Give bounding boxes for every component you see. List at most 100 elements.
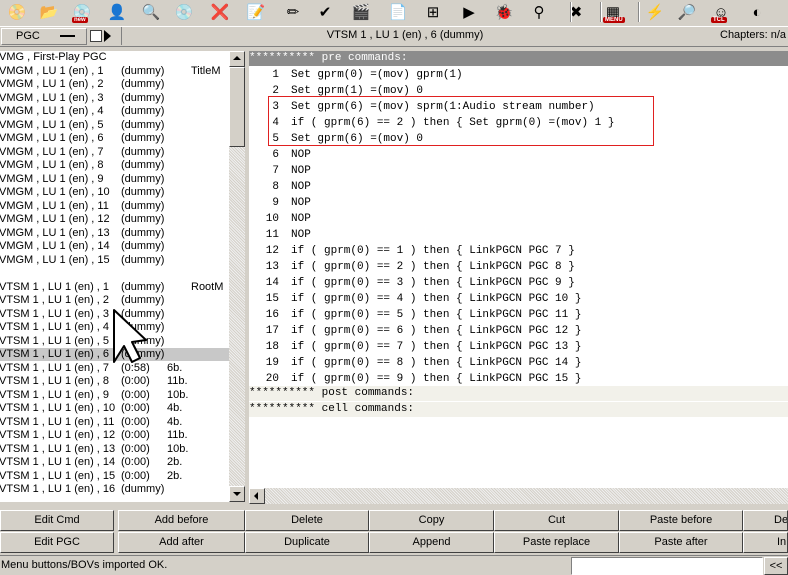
tree-icon[interactable]: ⚲ (526, 0, 552, 24)
delete-icon[interactable]: ✖ (563, 0, 589, 24)
edit-icon[interactable]: ✏ (280, 0, 306, 24)
command-line[interactable]: 17 if ( gprm(0) == 6 ) then { LinkPGCN PG… (249, 323, 788, 339)
pgc-list[interactable]: VMG , First-Play PGC VMGM , LU 1 (en) , 1… (0, 51, 229, 502)
command-line[interactable]: 3 Set gprm(6) =(mov) sprm(1:Audio stream … (249, 99, 788, 115)
pgc-list-item[interactable]: VTSM 1 , LU 1 (en) , 14 (0:00) 2b. (0, 456, 229, 469)
play-arrow-icon[interactable] (104, 30, 111, 42)
pgc-list-item[interactable]: VTSM 1 , LU 1 (en) , 15 (0:00) 2b. (0, 470, 229, 483)
pgc-list-item[interactable]: VTSM 1 , LU 1 (en) , 8 (0:00) 11b. (0, 375, 229, 388)
grid-icon[interactable]: ⊞ (420, 0, 446, 24)
status-input-field[interactable] (571, 557, 763, 575)
command-listing[interactable]: ********** pre commands: 1 Set gprm(0) =(… (249, 51, 788, 488)
command-line[interactable]: 1 Set gprm(0) =(mov) gprm(1) (249, 67, 788, 83)
pgc-list-item[interactable]: VTSM 1 , LU 1 (en) , 2 (dummy) (0, 294, 229, 307)
command-line[interactable]: 2 Set gprm(1) =(mov) 0 (249, 83, 788, 99)
command-line[interactable]: 6 NOP (249, 147, 788, 163)
pgc-list-item[interactable]: VMG , First-Play PGC (0, 51, 229, 64)
append-button[interactable]: Append (369, 532, 494, 553)
pgc-list-item[interactable]: VMGM , LU 1 (en) , 14 (dummy) (0, 240, 229, 253)
pgc-list-item[interactable] (0, 267, 229, 280)
command-line[interactable]: 5 Set gprm(6) =(mov) 0 (249, 131, 788, 147)
pgc-list-item[interactable]: VMGM , LU 1 (en) , 10 (dummy) (0, 186, 229, 199)
pgc-list-item[interactable]: VMGM , LU 1 (en) , 12 (dummy) (0, 213, 229, 226)
pgc-list-item[interactable]: VTSM 1 , LU 1 (en) , 5 (dummy) (0, 335, 229, 348)
pgc-list-item[interactable]: VMGM , LU 1 (en) , 7 (dummy) (0, 146, 229, 159)
pgc-list-item[interactable]: VMGM , LU 1 (en) , 1 (dummy) TitleM (0, 65, 229, 78)
add-after-button[interactable]: Add after (118, 532, 245, 553)
post-commands-header[interactable]: ********** post commands: (249, 386, 788, 401)
menu-icon[interactable]: ▦ MENU (600, 0, 626, 24)
scroll-left-button[interactable] (249, 488, 265, 504)
command-line[interactable]: 4 if ( gprm(6) == 2 ) then { Set gprm(0) … (249, 115, 788, 131)
command-line[interactable]: 12 if ( gprm(0) == 1 ) then { LinkPGCN PG… (249, 243, 788, 259)
nav-back-button[interactable]: << (764, 557, 788, 575)
pgc-list-item[interactable]: VMGM , LU 1 (en) , 6 (dummy) (0, 132, 229, 145)
pgc-selector[interactable]: PGC (1, 28, 87, 45)
pgc-list-item[interactable]: VMGM , LU 1 (en) , 4 (dummy) (0, 105, 229, 118)
pgc-list-item[interactable]: VTSM 1 , LU 1 (en) , 6 (dummy) (0, 348, 229, 361)
command-line[interactable]: 14 if ( gprm(0) == 3 ) then { LinkPGCN PG… (249, 275, 788, 291)
pgc-list-item[interactable]: VMGM , LU 1 (en) , 3 (dummy) (0, 92, 229, 105)
command-line[interactable]: 18 if ( gprm(0) == 7 ) then { LinkPGCN PG… (249, 339, 788, 355)
command-line[interactable]: 16 if ( gprm(0) == 5 ) then { LinkPGCN PG… (249, 307, 788, 323)
check-disc-icon[interactable]: ✔ (312, 0, 338, 24)
in-button[interactable]: In (743, 532, 788, 553)
numbers-search-icon[interactable]: 🔎 (674, 0, 700, 24)
pgc-list-item[interactable]: VTSM 1 , LU 1 (en) , 11 (0:00) 4b. (0, 416, 229, 429)
pgc-list-item[interactable]: VTSM 1 , LU 1 (en) , 10 (0:00) 4b. (0, 402, 229, 415)
scroll-up-button[interactable] (229, 51, 245, 67)
pgc-list-item[interactable]: VMGM , LU 1 (en) , 13 (dummy) (0, 227, 229, 240)
copy-button[interactable]: Copy (369, 510, 494, 531)
paste-after-button[interactable]: Paste after (619, 532, 743, 553)
more-icon[interactable]: ◐ (744, 0, 770, 24)
scroll-thumb[interactable] (229, 67, 245, 147)
pgc-list-item[interactable]: VTSM 1 , LU 1 (en) , 9 (0:00) 10b. (0, 389, 229, 402)
paste-before-button[interactable]: Paste before (619, 510, 743, 531)
search-icon[interactable]: 🔍 (138, 0, 164, 24)
command-line[interactable]: 20 if ( gprm(0) == 9 ) then { LinkPGCN PG… (249, 371, 788, 387)
cell-commands-header[interactable]: ********** cell commands: (249, 402, 788, 417)
edit-cmd-button[interactable]: Edit Cmd (0, 510, 114, 531)
pgc-list-item[interactable]: VTSM 1 , LU 1 (en) , 4 (dummy) (0, 321, 229, 334)
pgc-list-item[interactable]: VMGM , LU 1 (en) , 2 (dummy) (0, 78, 229, 91)
new-disc-icon[interactable]: 💿 new (69, 0, 95, 24)
paste-replace-button[interactable]: Paste replace (494, 532, 619, 553)
edit-pgc-button[interactable]: Edit PGC (0, 532, 114, 553)
notepad-icon[interactable]: 📝 (243, 0, 269, 24)
delete-button[interactable]: Delete (245, 510, 369, 531)
open-folder-icon[interactable]: 📂 (36, 0, 62, 24)
duplicate-button[interactable]: Duplicate (245, 532, 369, 553)
pgc-list-scrollbar[interactable] (229, 51, 245, 502)
command-line[interactable]: 11 NOP (249, 227, 788, 243)
pgc-list-item[interactable]: VMGM , LU 1 (en) , 5 (dummy) (0, 119, 229, 132)
disc-tools-icon[interactable]: 💿 (171, 0, 197, 24)
pgc-list-item[interactable]: VMGM , LU 1 (en) , 8 (dummy) (0, 159, 229, 172)
remove-icon[interactable]: ❌ (207, 0, 233, 24)
pgc-list-item[interactable]: VTSM 1 , LU 1 (en) , 12 (0:00) 11b. (0, 429, 229, 442)
command-line[interactable]: 15 if ( gprm(0) == 4 ) then { LinkPGCN PG… (249, 291, 788, 307)
tcl-icon[interactable]: ☺ TCL (708, 0, 734, 24)
pgc-list-item[interactable]: VTSM 1 , LU 1 (en) , 3 (dummy) (0, 308, 229, 321)
video-icon[interactable]: 🎬 (348, 0, 374, 24)
bug-icon[interactable]: 🐞 (491, 0, 517, 24)
command-line[interactable]: 7 NOP (249, 163, 788, 179)
add-before-button[interactable]: Add before (118, 510, 245, 531)
pgc-list-item[interactable]: VTSM 1 , LU 1 (en) , 1 (dummy) RootM (0, 281, 229, 294)
wand-icon[interactable]: ⚡ (642, 0, 668, 24)
user-icon[interactable]: 👤 (104, 0, 130, 24)
pgc-list-item[interactable]: VTSM 1 , LU 1 (en) , 13 (0:00) 10b. (0, 443, 229, 456)
command-line[interactable]: 10 NOP (249, 211, 788, 227)
play-icon[interactable]: ▶ (456, 0, 482, 24)
command-line[interactable]: 19 if ( gprm(0) == 8 ) then { LinkPGCN PG… (249, 355, 788, 371)
pgc-list-item[interactable]: VMGM , LU 1 (en) , 15 (dummy) (0, 254, 229, 267)
command-line[interactable]: 8 NOP (249, 179, 788, 195)
command-horizontal-scrollbar[interactable] (249, 488, 788, 504)
pgc-list-item[interactable]: VTSM 1 , LU 1 (en) , 7 (0:58) 6b. (0, 362, 229, 375)
scroll-down-button[interactable] (229, 486, 245, 502)
pgc-checkbox[interactable] (90, 30, 102, 42)
pgc-list-item[interactable]: VTSM 1 , LU 1 (en) , 16 (dummy) (0, 483, 229, 496)
de-button[interactable]: De (743, 510, 788, 531)
command-line[interactable]: 9 NOP (249, 195, 788, 211)
document-icon[interactable]: 📄 (385, 0, 411, 24)
open-disc-icon[interactable]: 📀 (4, 0, 30, 24)
